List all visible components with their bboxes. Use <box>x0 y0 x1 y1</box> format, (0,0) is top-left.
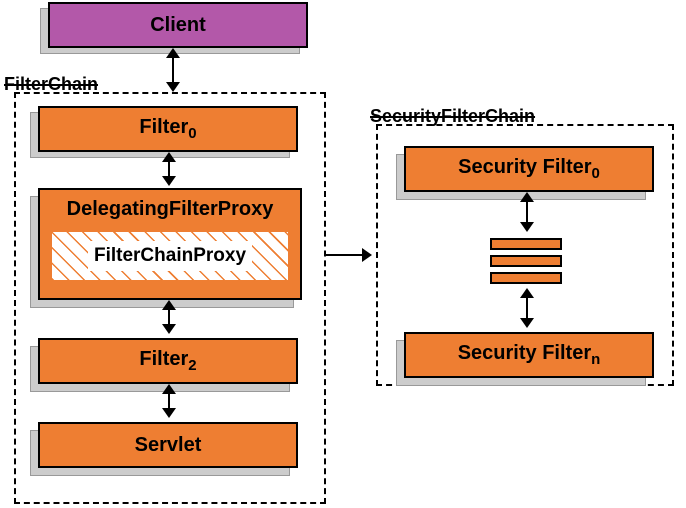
double-arrow-icon <box>526 290 528 326</box>
ellipsis-bar-icon <box>490 255 562 267</box>
client-label: Client <box>150 14 206 37</box>
client-box: Client <box>48 2 308 48</box>
filterchainproxy-label: FilterChainProxy <box>88 241 252 271</box>
double-arrow-icon <box>168 302 170 332</box>
delegating-label: DelegatingFilterProxy <box>67 198 274 221</box>
filterchain-label: FilterChain <box>4 74 98 95</box>
filter2-box: Filter2 <box>38 338 298 384</box>
filterchainproxy-box: FilterChainProxy <box>50 230 290 282</box>
filter0-box: Filter0 <box>38 106 298 152</box>
double-arrow-icon <box>172 50 174 90</box>
double-arrow-icon <box>168 386 170 416</box>
ellipsis-bar-icon <box>490 238 562 250</box>
ellipsis-bar-icon <box>490 272 562 284</box>
double-arrow-icon <box>168 154 170 184</box>
secfiltern-label: Security Filtern <box>458 342 601 368</box>
double-arrow-icon <box>526 194 528 230</box>
filter2-label: Filter2 <box>139 348 196 374</box>
secfilter0-box: Security Filter0 <box>404 146 654 192</box>
servlet-box: Servlet <box>38 422 298 468</box>
filter0-label: Filter0 <box>139 116 196 142</box>
secfilter0-label: Security Filter0 <box>458 156 600 182</box>
servlet-label: Servlet <box>135 434 202 457</box>
arrow-right-icon <box>326 254 370 256</box>
secfiltern-box: Security Filtern <box>404 332 654 378</box>
securityfilterchain-label: SecurityFilterChain <box>370 106 535 127</box>
